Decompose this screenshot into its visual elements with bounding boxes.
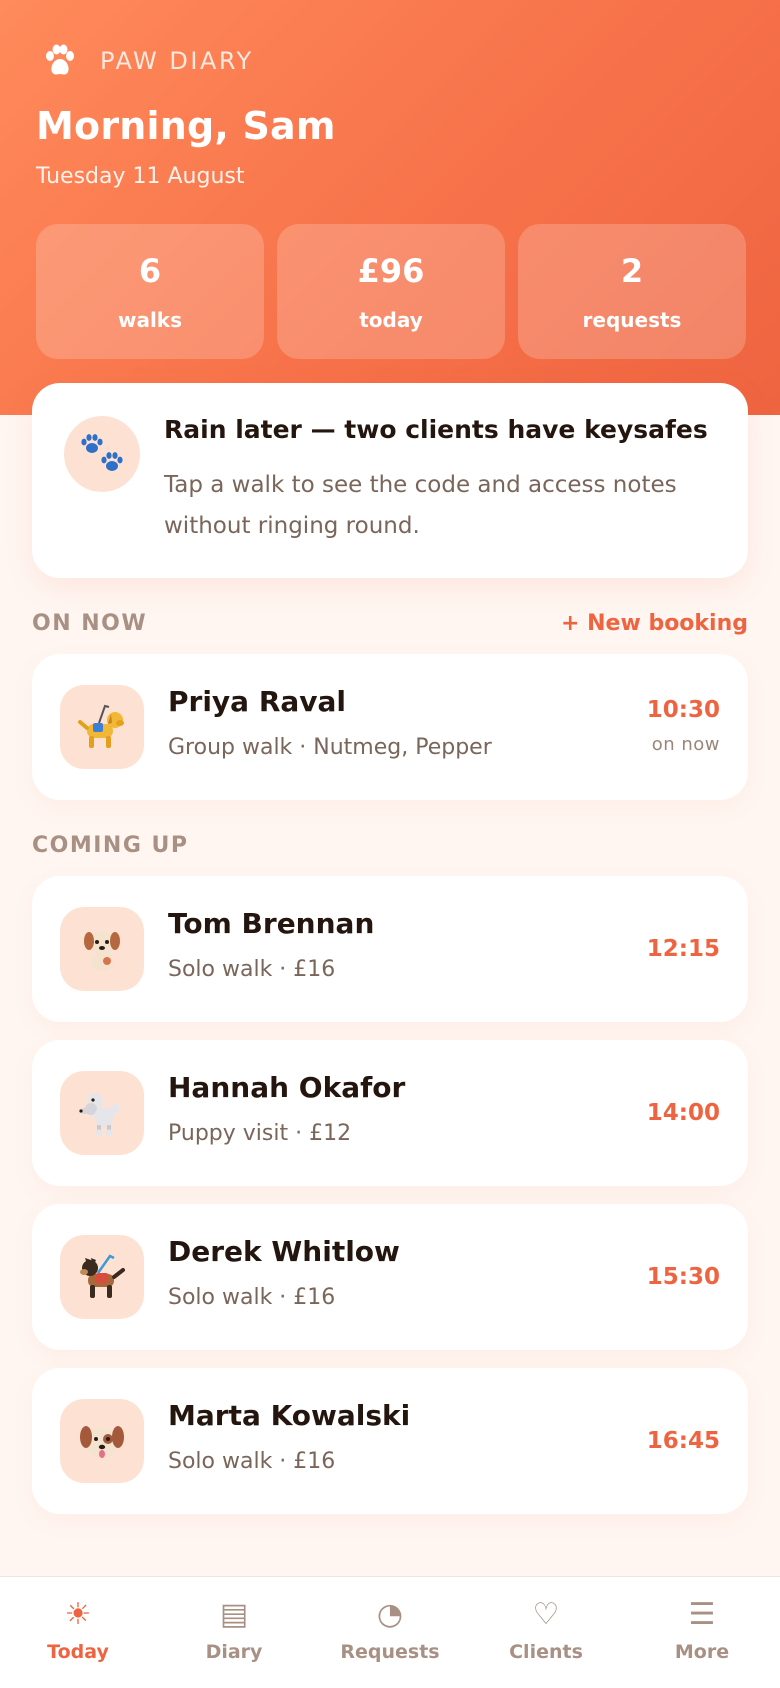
bottom-nav: ☀ Today ▤ Diary ◔ Requests ♡ Clients ☰ M…: [0, 1576, 780, 1688]
service-dog-icon: [60, 1235, 144, 1319]
paw-icon: [46, 44, 74, 75]
walk-time: 14:00: [646, 1100, 720, 1126]
nav-label: More: [674, 1641, 730, 1663]
greeting: Morning, Sam: [36, 104, 336, 148]
walk-detail: Solo walk · £16: [168, 1449, 336, 1474]
requests-icon: ◔: [376, 1597, 404, 1632]
stat-label: today: [359, 307, 423, 332]
new-booking-link[interactable]: + New booking: [561, 611, 748, 636]
client-name: Tom Brennan: [168, 907, 375, 940]
walk-time: 15:30: [646, 1264, 720, 1290]
walk-time: 16:45: [646, 1428, 720, 1454]
walk-detail: Puppy visit · £12: [168, 1121, 352, 1146]
dog-icon: [60, 907, 144, 991]
stat-label: requests: [582, 307, 682, 332]
nav-label: Today: [47, 1641, 109, 1663]
diary-icon: ▤: [219, 1597, 249, 1632]
nav-more[interactable]: ☰ More: [624, 1577, 780, 1688]
walk-detail: Solo walk · £16: [168, 1285, 336, 1310]
stat-value: 6: [138, 251, 162, 290]
stat-value: 2: [620, 251, 644, 290]
walk-card-on-now[interactable]: Priya Raval Group walk · Nutmeg, Pepper …: [32, 654, 748, 800]
paw-prints-icon: [64, 416, 140, 492]
nav-label: Clients: [509, 1641, 583, 1663]
walk-card[interactable]: Hannah Okafor Puppy visit · £12 14:00: [32, 1040, 748, 1186]
weather-notice-card: Rain later — two clients have keysafes T…: [32, 383, 748, 578]
stat-label: walks: [117, 307, 183, 332]
menu-icon: ☰: [688, 1597, 716, 1632]
stat-requests[interactable]: 2 requests: [518, 224, 746, 359]
nav-requests[interactable]: ◔ Requests: [312, 1577, 468, 1688]
nav-diary[interactable]: ▤ Diary: [156, 1577, 312, 1688]
walk-time: 10:30: [646, 697, 720, 723]
client-name: Derek Whitlow: [168, 1235, 400, 1268]
stat-walks[interactable]: 6 walks: [36, 224, 264, 359]
status-note: on now: [651, 734, 720, 755]
nav-clients[interactable]: ♡ Clients: [468, 1577, 624, 1688]
stats-row: 6 walks £96 today 2 requests: [36, 224, 746, 359]
app-title: PAW DIARY: [100, 47, 254, 75]
brand: PAW DIARY: [44, 44, 254, 78]
guide-dog-icon: [60, 685, 144, 769]
client-name: Hannah Okafor: [168, 1071, 406, 1104]
walk-card[interactable]: Tom Brennan Solo walk · £16 12:15: [32, 876, 748, 1022]
dog-face-icon: [60, 1399, 144, 1483]
notice-body: Tap a walk to see the code and access no…: [164, 472, 677, 539]
nav-label: Requests: [340, 1641, 440, 1663]
walk-detail: Solo walk · £16: [168, 957, 336, 982]
section-title-on-now: ON NOW: [32, 611, 148, 636]
stat-earnings[interactable]: £96 today: [277, 224, 505, 359]
client-name: Priya Raval: [168, 685, 347, 718]
notice-title: Rain later — two clients have keysafes: [164, 415, 708, 444]
client-name: Marta Kowalski: [168, 1399, 411, 1432]
nav-today[interactable]: ☀ Today: [0, 1577, 156, 1688]
poodle-icon: [60, 1071, 144, 1155]
walk-detail: Group walk · Nutmeg, Pepper: [168, 735, 492, 760]
header: PAW DIARY Morning, Sam Tuesday 11 August…: [0, 0, 780, 415]
sun-icon: ☀: [64, 1597, 92, 1632]
walk-card[interactable]: Marta Kowalski Solo walk · £16 16:45: [32, 1368, 748, 1514]
heart-icon: ♡: [532, 1597, 560, 1632]
date: Tuesday 11 August: [36, 164, 245, 189]
walk-time: 12:15: [646, 936, 720, 962]
walk-card[interactable]: Derek Whitlow Solo walk · £16 15:30: [32, 1204, 748, 1350]
section-title-coming-up: COMING UP: [32, 833, 189, 858]
stat-value: £96: [357, 251, 425, 290]
nav-label: Diary: [205, 1641, 263, 1663]
today-screen: PAW DIARY Morning, Sam Tuesday 11 August…: [0, 0, 780, 1688]
